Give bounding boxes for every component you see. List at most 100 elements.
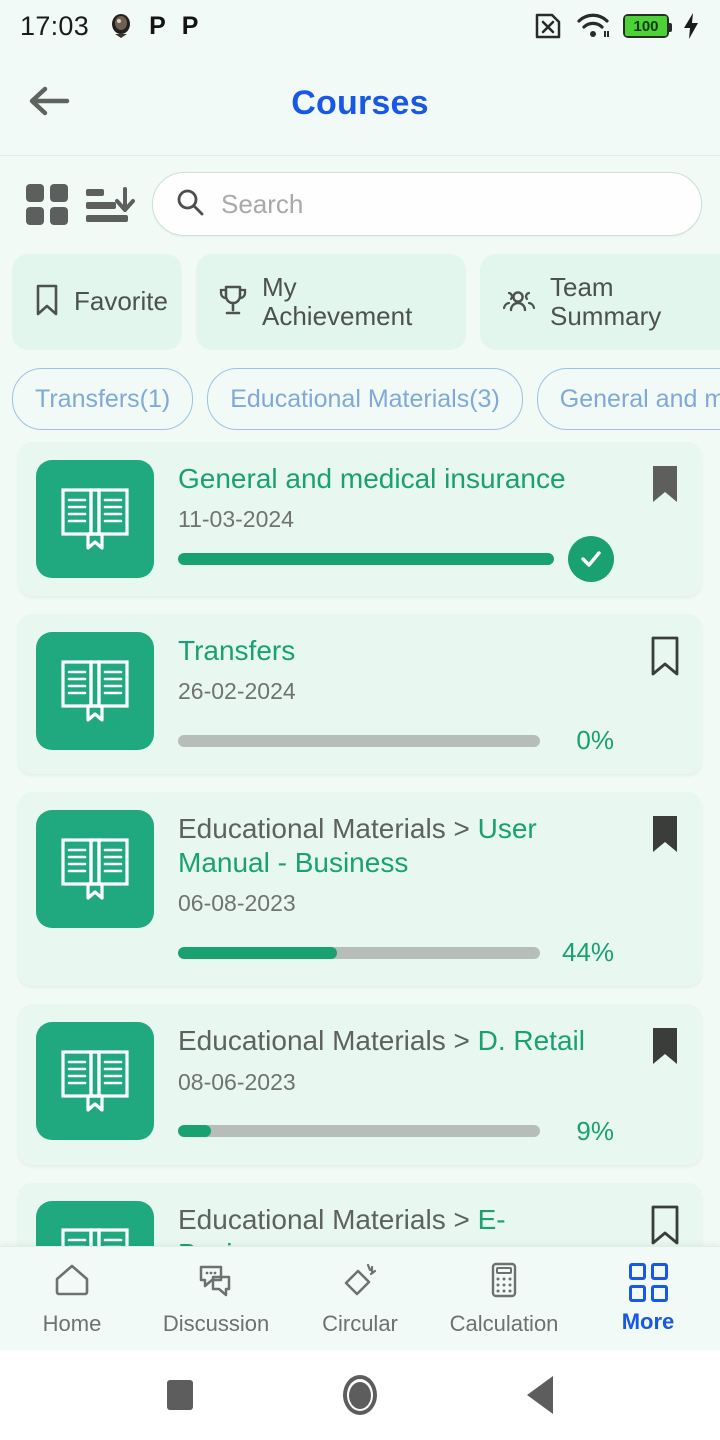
nav-label: Calculation [449,1310,559,1336]
triangle-back-icon[interactable] [527,1376,553,1414]
app-screen: 17:03 P P 100 Courses Search Favorite My… [0,0,720,1440]
chip-transfers[interactable]: Transfers(1) [12,368,194,430]
grid-view-icon[interactable] [26,183,68,225]
status-bar: 17:03 P P 100 [0,0,720,52]
filter-chip-row: Transfers(1) Educational Materials(3) Ge… [0,350,720,442]
course-info: General and medical insurance 11-03-2024 [178,460,614,583]
progress-row: 9% [178,1116,614,1147]
course-date: 26-02-2024 [178,678,296,705]
bookmark-toggle-filled[interactable] [648,810,682,859]
course-info: Educational Materials > D. Retail 08-06-… [178,1022,614,1146]
open-book-icon [56,830,134,909]
nav-label: Discussion [162,1310,270,1336]
p-app-icon: P [149,11,166,40]
progress-row: 0% [178,725,614,756]
megaphone-icon [339,1261,381,1304]
list-toolbar [0,156,720,246]
bookmark-toggle-outline[interactable] [648,1201,682,1246]
course-title: Educational Materials > User Manual - Bu… [178,812,614,880]
p-app-icon: P [181,11,199,40]
search-icon [175,187,205,222]
search-input[interactable] [221,188,679,220]
search-bar[interactable] [152,172,702,236]
completed-check-icon [568,536,614,583]
bookmark-toggle-filled[interactable] [648,460,682,509]
back-button[interactable] [10,83,88,124]
course-info: Educational Materials > E-Business [178,1201,614,1246]
nav-label: Circular [322,1310,398,1336]
course-list[interactable]: General and medical insurance 11-03-2024 [0,442,720,1246]
course-card[interactable]: Educational Materials > D. Retail 08-06-… [18,1004,702,1165]
bookmark-toggle-filled[interactable] [648,1022,682,1071]
nav-item-circular[interactable]: Circular [288,1261,432,1337]
course-crumb: Educational Materials > [178,1203,478,1235]
progress-label: 44% [561,937,614,968]
tile-team-summary[interactable]: Team Summary [480,254,720,350]
course-info: Educational Materials > User Manual - Bu… [178,810,614,968]
tile-label: Favorite [74,286,168,317]
progress-track [178,553,554,566]
open-book-icon [56,1220,134,1246]
course-name: General and medical insurance [178,463,566,494]
back-arrow-icon [27,83,71,124]
tile-my-achievement[interactable]: My Achievement [196,254,466,350]
course-thumbnail [36,460,154,578]
nav-item-discussion[interactable]: Discussion [144,1261,288,1337]
tile-label: Team Summary [550,271,662,331]
square-recents-icon[interactable] [167,1380,193,1410]
chip-educational-materials[interactable]: Educational Materials(3) [207,368,523,430]
progress-fill [178,946,338,959]
course-thumbnail [36,810,154,929]
course-crumb: Educational Materials > [178,813,478,845]
grid-more-icon [628,1262,668,1302]
chip-general-and-medical[interactable]: General and medic [536,368,720,430]
course-card[interactable]: General and medical insurance 11-03-2024 [18,442,702,596]
sort-descending-icon[interactable] [86,186,135,222]
progress-track [178,1125,540,1138]
nav-item-calculation[interactable]: Calculation [432,1261,576,1337]
course-thumbnail [36,632,154,750]
team-people-icon [502,285,536,320]
nav-item-home[interactable]: Home [0,1261,144,1337]
course-card[interactable]: Educational Materials > E-Business [18,1182,702,1246]
app-badge-icon [109,13,133,39]
calculator-icon [483,1261,525,1304]
progress-row: 44% [178,937,614,968]
progress-track [178,734,540,747]
circle-home-icon[interactable] [343,1375,377,1415]
progress-fill [178,1125,211,1138]
chat-bubbles-icon [195,1261,237,1304]
battery-level: 100 [633,17,659,35]
bookmark-icon [34,284,60,321]
bottom-navigation: Home Discussion Circular Calculation Mor… [0,1246,720,1350]
course-title: Educational Materials > D. Retail [178,1024,614,1058]
open-book-icon [56,480,134,559]
progress-label: 9% [576,1115,614,1146]
open-book-icon [56,1042,134,1121]
page-title: Courses [291,84,429,122]
status-right-icons: 100 [533,12,700,40]
nav-label: Home [42,1310,102,1336]
course-card[interactable]: Educational Materials > User Manual - Bu… [18,792,702,987]
open-book-icon [56,652,134,731]
trophy-icon [218,284,248,321]
course-info: Transfers 26-02-2024 0% [178,632,614,756]
nav-item-more[interactable]: More [576,1262,720,1335]
progress-label: 0% [576,725,614,756]
course-date: 08-06-2023 [178,1068,296,1095]
course-crumb: Educational Materials > [178,1025,478,1057]
bookmark-toggle-outline[interactable] [648,632,682,681]
wifi-icon [576,12,610,40]
course-thumbnail [36,1200,154,1246]
android-system-bar [0,1350,720,1440]
progress-fill [178,553,554,566]
battery-icon: 100 [623,14,672,38]
course-title: Transfers [178,634,614,668]
status-time: 17:03 [20,10,90,41]
course-thumbnail [36,1022,154,1141]
tile-label: My Achievement [262,271,413,331]
course-name: Transfers [178,635,296,666]
progress-track [178,946,540,959]
course-card[interactable]: Transfers 26-02-2024 0% [18,614,702,775]
tile-favorite[interactable]: Favorite [12,254,182,350]
